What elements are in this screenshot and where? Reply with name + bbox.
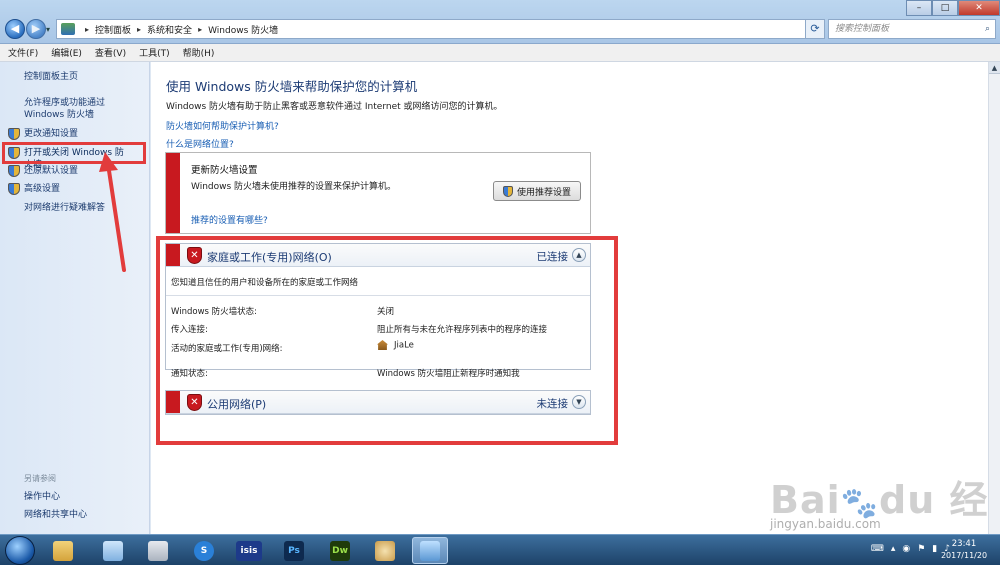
breadcrumb-separator-icon[interactable]: ▸	[198, 25, 202, 34]
use-recommended-settings-label: 使用推荐设置	[516, 187, 571, 198]
use-recommended-settings-button[interactable]: 使用推荐设置	[493, 181, 581, 201]
start-button[interactable]	[5, 536, 35, 565]
taskbar-app-dreamweaver[interactable]: Dw	[322, 537, 358, 564]
taskbar: S isis Ps Dw ⌨ ▴ ◉ ⚑ ▮ ♪ 23:41 2017/11/2…	[0, 534, 1000, 565]
clock-time: 23:41	[951, 539, 977, 549]
forward-button[interactable]: ▶	[26, 19, 46, 39]
clock-date: 2017/11/20	[940, 551, 988, 560]
warning-bar	[166, 153, 180, 233]
update-settings-panel: 更新防火墙设置 Windows 防火墙未使用推荐的设置来保护计算机。 推荐的设置…	[165, 152, 591, 234]
breadcrumb-item[interactable]: 系统和安全	[147, 23, 192, 36]
notepad-icon	[103, 540, 123, 561]
isis-icon: isis	[236, 540, 262, 561]
show-hidden-icon[interactable]: ▴	[891, 544, 896, 554]
back-button[interactable]: ◀	[5, 19, 25, 39]
menu-file[interactable]: 文件(F)	[8, 46, 38, 59]
page-title: 使用 Windows 防火墙来帮助保护您的计算机	[166, 79, 418, 94]
taskbar-app-notepad[interactable]	[95, 537, 131, 564]
taskbar-app-calculator[interactable]	[140, 537, 176, 564]
see-also-network-center[interactable]: 网络和共享中心	[24, 509, 146, 521]
sidebar-item-label: 高级设置	[24, 184, 61, 194]
page-description: Windows 防火墙有助于防止黑客或恶意软件通过 Internet 或网络访问…	[166, 102, 503, 112]
breadcrumb-item[interactable]: 控制面板	[95, 23, 131, 36]
taskbar-app-isis[interactable]: isis	[231, 537, 267, 564]
paint-icon	[375, 540, 395, 561]
dreamweaver-icon: Dw	[330, 540, 350, 561]
sidebar-item-label: 更改通知设置	[24, 129, 79, 139]
recommended-settings-link[interactable]: 推荐的设置有哪些?	[191, 213, 268, 226]
sidebar-item-label: 还原默认设置	[24, 166, 79, 176]
clock[interactable]: 23:41 2017/11/20	[936, 538, 992, 562]
search-placeholder: 搜索控制面板	[835, 24, 890, 34]
control-panel-icon	[420, 540, 440, 561]
taskbar-app-control-panel[interactable]	[412, 537, 448, 564]
folder-icon	[53, 540, 73, 561]
breadcrumb-separator-icon[interactable]: ▸	[137, 25, 141, 34]
help-link-how-firewall[interactable]: 防火墙如何帮助保护计算机?	[166, 119, 279, 132]
help-link-network-location[interactable]: 什么是网络位置?	[166, 137, 234, 150]
security-icon[interactable]: ◉	[902, 544, 910, 554]
breadcrumb-item[interactable]: Windows 防火墙	[208, 23, 278, 36]
window-controls: – □ ✕	[906, 0, 1000, 16]
sogou-icon: S	[194, 540, 214, 561]
keyboard-icon[interactable]: ⌨	[871, 544, 884, 554]
minimize-button[interactable]: –	[906, 0, 932, 16]
update-text: Windows 防火墙未使用推荐的设置来保护计算机。	[191, 182, 397, 192]
photoshop-icon: Ps	[284, 540, 304, 561]
menu-bar: 文件(F) 编辑(E) 查看(V) 工具(T) 帮助(H)	[0, 44, 1000, 62]
see-also-action-center[interactable]: 操作中心	[24, 491, 146, 503]
shield-icon	[502, 185, 513, 197]
flag-icon[interactable]: ⚑	[917, 544, 925, 554]
taskbar-app-explorer[interactable]	[45, 537, 81, 564]
taskbar-app-photoshop[interactable]: Ps	[276, 537, 312, 564]
sidebar-item-notification-settings[interactable]: 更改通知设置	[8, 128, 130, 140]
calculator-icon	[148, 540, 168, 561]
menu-view[interactable]: 查看(V)	[95, 46, 126, 59]
search-icon[interactable]: ⌕	[985, 20, 990, 38]
watermark-url: jingyan.baidu.com	[770, 517, 881, 531]
baidu-watermark: Bai🐾du 经验 jingyan.baidu.com	[748, 463, 993, 565]
breadcrumb-separator-icon[interactable]: ▸	[85, 25, 89, 34]
search-input[interactable]: 搜索控制面板 ⌕	[828, 19, 996, 39]
breadcrumb[interactable]: ▸ 控制面板 ▸ 系统和安全 ▸ Windows 防火墙 ▾	[56, 19, 818, 39]
control-panel-icon	[61, 23, 75, 35]
update-heading: 更新防火墙设置	[191, 165, 258, 176]
left-pane: 控制面板主页 允许程序或功能通过 Windows 防火墙 更改通知设置 打开或关…	[0, 62, 150, 534]
sidebar-item-allow-programs[interactable]: 允许程序或功能通过 Windows 防火墙	[24, 97, 146, 121]
sidebar-item-home[interactable]: 控制面板主页	[24, 71, 146, 83]
menu-tools[interactable]: 工具(T)	[139, 46, 170, 59]
menu-help[interactable]: 帮助(H)	[183, 46, 215, 59]
annotation-arrow-icon	[99, 152, 126, 272]
taskbar-app-sogou[interactable]: S	[186, 537, 222, 564]
address-bar: ◀ ▶ ▾ ▸ 控制面板 ▸ 系统和安全 ▸ Windows 防火墙 ▾ ⟳ 搜…	[0, 0, 1000, 44]
close-button[interactable]: ✕	[958, 0, 1000, 16]
shield-icon	[8, 128, 20, 140]
refresh-button[interactable]: ⟳	[805, 19, 825, 39]
shield-icon	[8, 165, 20, 177]
history-dropdown-icon[interactable]: ▾	[46, 25, 50, 34]
menu-edit[interactable]: 编辑(E)	[51, 46, 82, 59]
annotation-highlight-box	[156, 236, 618, 445]
shield-icon	[8, 183, 20, 195]
maximize-button[interactable]: □	[932, 0, 958, 16]
see-also-heading: 另请参阅	[24, 474, 56, 483]
scroll-up-icon[interactable]: ▲	[989, 62, 1000, 74]
taskbar-app-paint[interactable]	[367, 537, 403, 564]
